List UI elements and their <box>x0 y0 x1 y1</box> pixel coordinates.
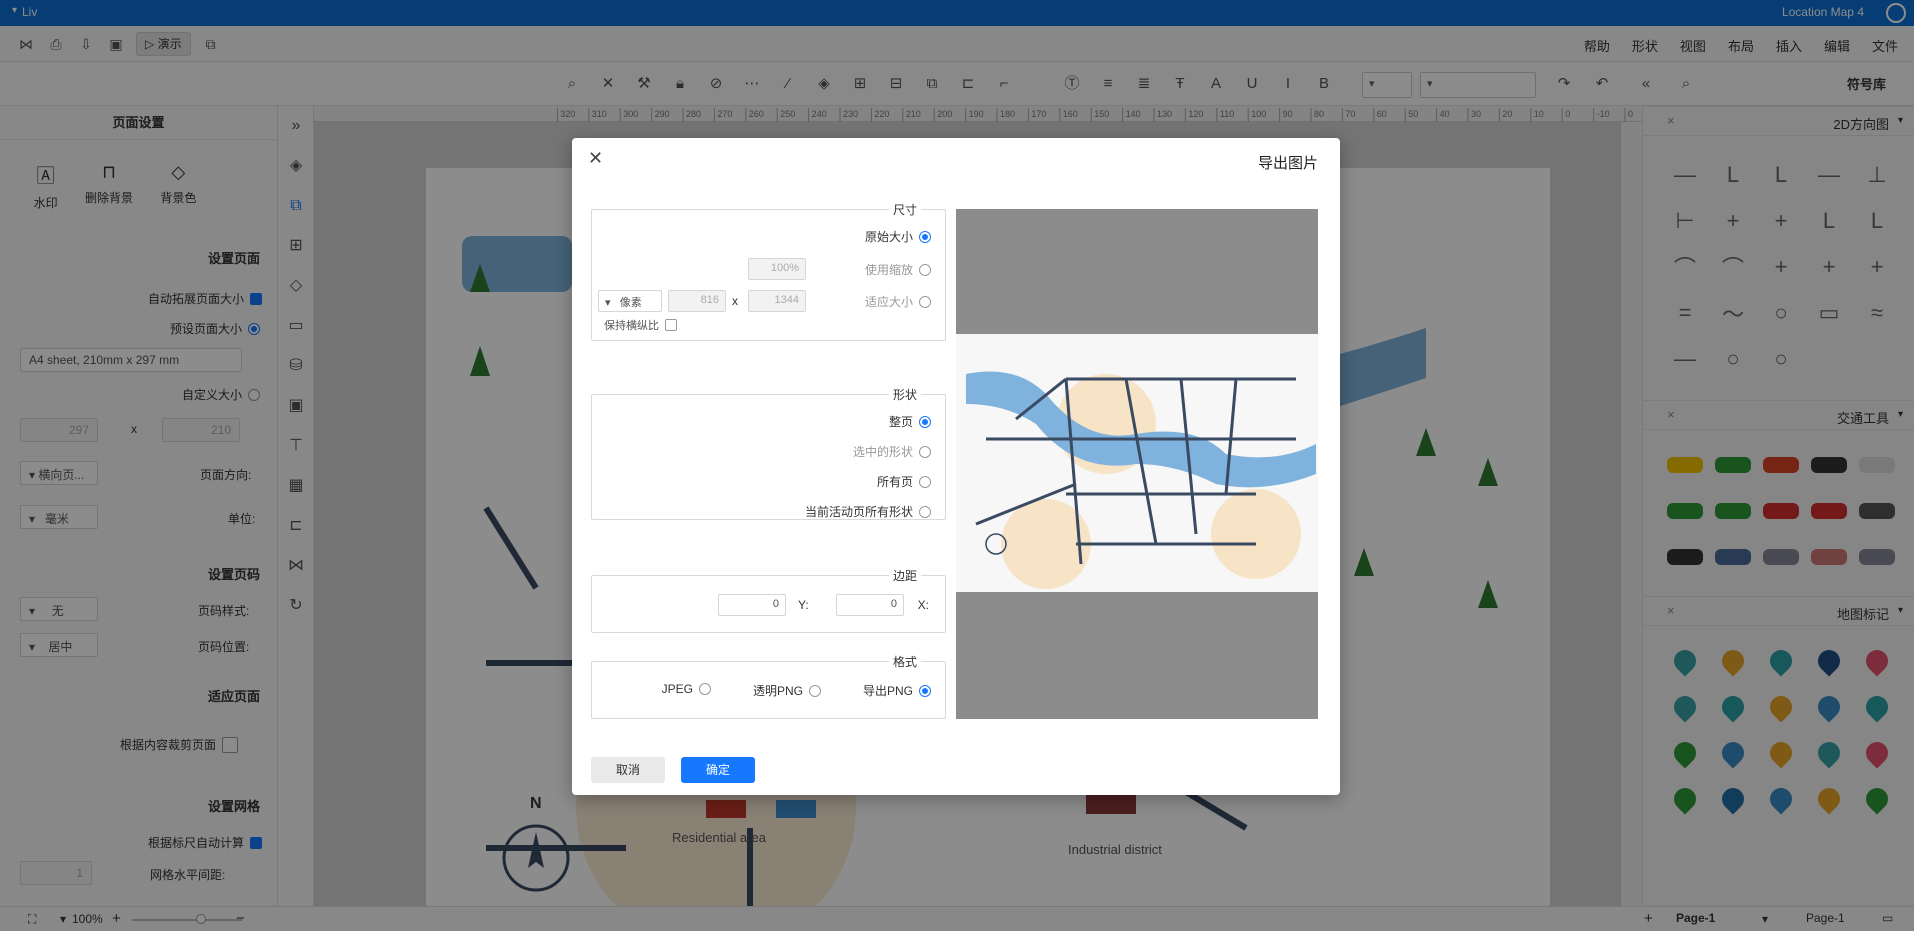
format-transparent-png-label: 透明PNG <box>752 684 803 698</box>
shape-all-pages-label: 所有页 <box>876 475 913 489</box>
scale-input[interactable]: 100% <box>748 258 806 280</box>
unit-select-value: 像素 <box>619 297 642 309</box>
format-legend: 格式 <box>888 653 921 670</box>
shape-whole-page-radio[interactable] <box>919 415 931 428</box>
export-image-dialog: ✕ 导出图片 尺寸 原始大小 使用缩放 100% 适应大小 1344 x 816… <box>572 138 1340 795</box>
format-transparent-png-option[interactable]: 透明PNG <box>753 682 821 699</box>
confirm-button[interactable]: 确定 <box>681 757 755 783</box>
format-transparent-png-radio[interactable] <box>809 684 821 697</box>
shape-fieldset: 形状 整页 选中的形状 所有页 当前活动页所有形状 <box>591 386 946 520</box>
shape-current-page-radio[interactable] <box>919 505 931 518</box>
shape-current-page-option[interactable]: 当前活动页所有形状 <box>805 503 931 520</box>
format-jpeg-radio[interactable] <box>699 683 711 695</box>
margin-fieldset: 边距 X: 0 Y: 0 <box>591 567 946 633</box>
close-icon[interactable]: ✕ <box>588 148 603 169</box>
format-png-radio[interactable] <box>919 684 931 697</box>
size-scale-label: 使用缩放 <box>864 263 913 277</box>
format-fieldset: 格式 导出PNG 透明PNG JPEG <box>591 653 946 719</box>
shape-whole-page-option[interactable]: 整页 <box>889 413 931 430</box>
margin-x-label: X: <box>917 598 929 612</box>
margin-y-label: Y: <box>798 598 809 612</box>
size-legend: 尺寸 <box>888 201 921 218</box>
size-original-label: 原始大小 <box>864 230 913 244</box>
keep-ratio-option[interactable]: 保持横纵比 <box>604 317 677 333</box>
fit-width-input[interactable]: 1344 <box>748 290 806 312</box>
format-jpeg-label: JPEG <box>661 682 693 696</box>
margin-legend: 边距 <box>888 567 921 584</box>
shape-whole-page-label: 整页 <box>888 415 913 429</box>
margin-x-input[interactable]: 0 <box>836 594 904 616</box>
size-fieldset: 尺寸 原始大小 使用缩放 100% 适应大小 1344 x 816 ▾ 像素 保… <box>591 201 946 341</box>
size-scale-radio[interactable] <box>919 263 931 276</box>
size-fit-option[interactable]: 适应大小 <box>865 293 931 310</box>
format-png-label: 导出PNG <box>862 684 913 698</box>
shape-all-pages-option[interactable]: 所有页 <box>877 473 931 490</box>
shape-legend: 形状 <box>888 386 921 403</box>
size-fit-label: 适应大小 <box>864 295 913 309</box>
fit-height-input[interactable]: 816 <box>668 290 726 312</box>
size-scale-option[interactable]: 使用缩放 <box>865 261 931 278</box>
format-png-option[interactable]: 导出PNG <box>863 682 931 699</box>
unit-select[interactable]: ▾ 像素 <box>598 290 662 312</box>
keep-ratio-checkbox[interactable] <box>665 319 677 331</box>
size-fit-radio[interactable] <box>919 295 931 308</box>
margin-y-input[interactable]: 0 <box>718 594 786 616</box>
shape-current-page-label: 当前活动页所有形状 <box>804 505 913 519</box>
size-original-radio[interactable] <box>919 230 931 243</box>
preview-map-thumbnail <box>956 334 1318 592</box>
size-original-option[interactable]: 原始大小 <box>865 228 931 245</box>
shape-selected-option[interactable]: 选中的形状 <box>853 443 931 460</box>
format-jpeg-option[interactable]: JPEG <box>662 682 711 696</box>
preview-zone <box>1211 489 1301 579</box>
keep-ratio-label: 保持横纵比 <box>604 320 659 332</box>
shape-selected-radio[interactable] <box>919 445 931 458</box>
shape-all-pages-radio[interactable] <box>919 475 931 488</box>
cancel-button[interactable]: 取消 <box>591 757 665 783</box>
fit-size-separator: x <box>732 294 738 308</box>
dialog-title: 导出图片 <box>1257 155 1318 172</box>
export-preview <box>956 209 1318 719</box>
shape-selected-label: 选中的形状 <box>852 445 913 459</box>
preview-page <box>956 334 1318 592</box>
